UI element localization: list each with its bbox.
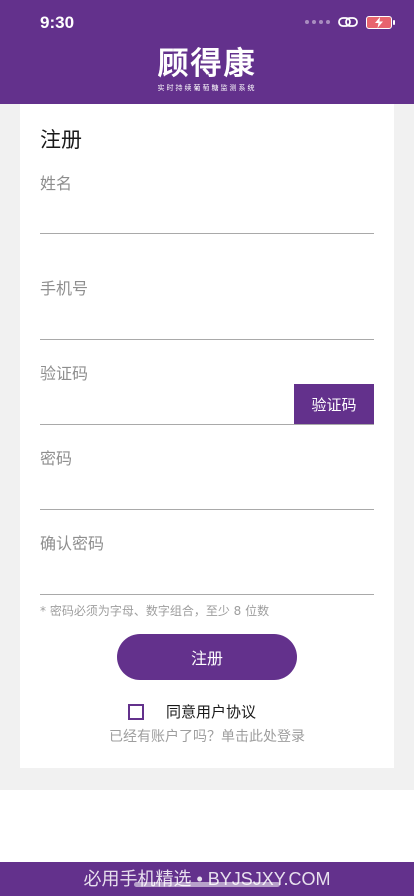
app-header: 9:30 顾得康 实时持续葡萄糖监测系统 — [0, 0, 414, 104]
brand-logo: 顾得康 实时持续葡萄糖监测系统 — [0, 46, 414, 93]
register-card: 注册 姓名 手机号 验证码 验证码 密码 确认密码 * 密码必须为字母、数字组合… — [20, 104, 394, 768]
password-underline — [40, 509, 374, 510]
confirm-password-label: 确认密码 — [40, 534, 105, 553]
password-input[interactable] — [40, 473, 374, 507]
code-underline — [40, 424, 374, 425]
agree-row: 同意用户协议 — [128, 701, 256, 722]
code-label: 验证码 — [40, 364, 89, 383]
home-indicator — [134, 882, 280, 887]
login-link[interactable]: 已经有账户了吗？单击此处登录 — [20, 726, 394, 746]
password-label: 密码 — [40, 449, 73, 468]
confirm-password-input[interactable] — [40, 558, 374, 592]
agree-label[interactable]: 同意用户协议 — [166, 701, 256, 722]
get-code-button[interactable]: 验证码 — [294, 384, 374, 424]
password-hint: * 密码必须为字母、数字组合，至少 8 位数 — [40, 604, 270, 618]
name-underline — [40, 233, 374, 234]
phone-input[interactable] — [40, 303, 374, 337]
phone-label: 手机号 — [40, 279, 89, 298]
confirm-password-underline — [40, 594, 374, 595]
name-input[interactable] — [40, 198, 374, 232]
footer-watermark: 必用手机精选 • BYJSJXY.COM — [83, 869, 331, 889]
name-label: 姓名 — [40, 174, 73, 193]
link-icon — [338, 17, 358, 27]
register-button[interactable]: 注册 — [117, 634, 297, 680]
signal-icon — [305, 20, 330, 24]
page-title: 注册 — [40, 128, 82, 152]
status-icons — [305, 15, 395, 29]
footer-bar: 必用手机精选 • BYJSJXY.COM — [0, 862, 414, 896]
status-time: 9:30 — [40, 13, 75, 32]
phone-underline — [40, 339, 374, 340]
battery-charging-icon — [366, 15, 395, 29]
logo-title: 顾得康 — [157, 46, 257, 82]
agree-checkbox[interactable] — [128, 703, 144, 720]
logo-subtitle: 实时持续葡萄糖监测系统 — [157, 84, 257, 92]
code-input[interactable] — [40, 388, 290, 422]
